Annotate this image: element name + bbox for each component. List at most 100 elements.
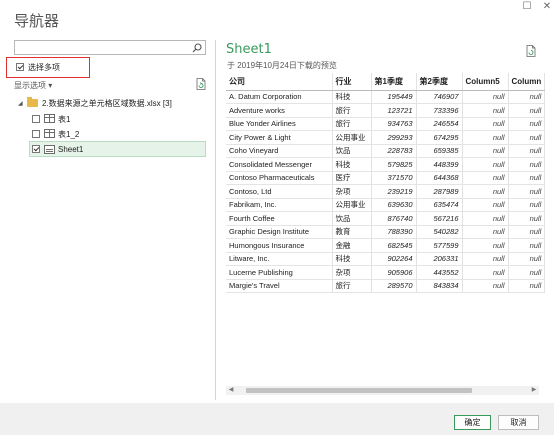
tree-item-selected[interactable] <box>29 141 206 157</box>
table-cell: 843834 <box>416 279 463 293</box>
table-cell: null <box>508 130 546 145</box>
table-cell: null <box>508 144 546 158</box>
cancel-button[interactable]: 取消 <box>498 415 539 430</box>
table-cell: 杂项 <box>332 184 372 199</box>
preview-title: Sheet1 <box>226 42 272 57</box>
table-cell: 饮品 <box>332 211 372 226</box>
table-cell: null <box>508 265 546 280</box>
tree-item-checkbox[interactable] <box>32 115 40 123</box>
table-row: Coho Vineyard 饮品 228783 659385 null null <box>226 144 546 158</box>
table-row: Contoso Pharmaceuticals 医疗 371570 644368 nul… <box>226 171 546 185</box>
panel-divider[interactable] <box>215 40 216 400</box>
table-cell: null <box>462 211 509 226</box>
tree-root-label[interactable]: 2.数据来源之单元格区域数据.xlsx [3] <box>42 98 172 109</box>
scrollbar-thumb[interactable] <box>246 388 472 393</box>
table-cell: Humongous Insurance <box>226 238 333 253</box>
tree-item-label[interactable]: Sheet1 <box>58 145 83 154</box>
column-header[interactable]: Column <box>508 73 546 91</box>
table-cell: null <box>462 225 509 239</box>
table-row: A. Datum Corporation 科技 195449 746907 null nu… <box>226 90 546 104</box>
tree-collapse-icon[interactable]: ◢ <box>18 100 23 107</box>
tree-item-label[interactable]: 表1 <box>58 114 70 125</box>
table-icon <box>44 129 55 138</box>
table-cell: 旅行 <box>332 117 372 131</box>
table-cell: 旅行 <box>332 103 372 118</box>
column-header[interactable]: Column5 <box>462 73 509 91</box>
maximize-button[interactable]: ☐ <box>520 0 534 14</box>
column-header[interactable]: 行业 <box>332 73 372 91</box>
table-cell: null <box>508 103 546 118</box>
table-cell: 579825 <box>371 157 417 172</box>
table-row: Margie's Travel 旅行 289570 843834 null null <box>226 279 546 293</box>
table-cell: null <box>462 157 509 172</box>
table-cell: 540282 <box>416 225 463 239</box>
table-cell: null <box>508 279 546 293</box>
table-cell: null <box>462 90 509 104</box>
table-cell: 644368 <box>416 171 463 185</box>
table-cell: 299293 <box>371 130 417 145</box>
table-cell: Lucerne Publishing <box>226 265 333 280</box>
select-multiple-label[interactable]: 选择多项 <box>28 62 60 73</box>
table-cell: 674295 <box>416 130 463 145</box>
search-icon[interactable] <box>192 43 202 53</box>
table-cell: null <box>508 184 546 199</box>
table-cell: null <box>462 144 509 158</box>
table-cell: Adventure works <box>226 103 333 118</box>
table-cell: 682545 <box>371 238 417 253</box>
column-header[interactable]: 第2季度 <box>416 73 463 91</box>
table-cell: 746907 <box>416 90 463 104</box>
table-cell: 448399 <box>416 157 463 172</box>
search-box[interactable] <box>14 40 206 55</box>
table-cell: null <box>508 157 546 172</box>
table-cell: null <box>508 198 546 212</box>
table-cell: null <box>508 90 546 104</box>
horizontal-scrollbar[interactable]: ◀ ▶ <box>226 386 539 395</box>
table-cell: Fourth Coffee <box>226 211 333 226</box>
search-input[interactable] <box>15 41 190 54</box>
table-cell: null <box>462 117 509 131</box>
scroll-right-arrow-icon[interactable]: ▶ <box>530 386 538 395</box>
table-row: City Power & Light 公用事业 299293 674295 null nu… <box>226 130 546 145</box>
table-cell: null <box>508 225 546 239</box>
table-cell: 科技 <box>332 90 372 104</box>
select-multiple-checkbox[interactable] <box>16 63 24 71</box>
column-header[interactable]: 第1季度 <box>371 73 417 91</box>
tree-item-checkbox[interactable] <box>32 145 40 153</box>
table-cell: 902264 <box>371 252 417 266</box>
table-cell: null <box>462 252 509 266</box>
table-cell: null <box>462 279 509 293</box>
table-cell: null <box>462 103 509 118</box>
table-cell: Fabrikam, Inc. <box>226 198 333 212</box>
tree-item-checkbox[interactable] <box>32 130 40 138</box>
table-cell: 科技 <box>332 252 372 266</box>
column-header[interactable]: 公司 <box>226 73 333 91</box>
display-options-dropdown[interactable]: 显示选项 ▾ <box>14 80 52 91</box>
table-row: Fourth Coffee 饮品 876740 567216 null null <box>226 211 546 226</box>
table-cell: 905906 <box>371 265 417 280</box>
refresh-icon[interactable] <box>196 78 206 90</box>
table-row: Consolidated Messenger 科技 579825 448399 null… <box>226 157 546 172</box>
scroll-left-arrow-icon[interactable]: ◀ <box>227 386 235 395</box>
tree-item-label[interactable]: 表1_2 <box>58 129 79 140</box>
table-cell: null <box>508 117 546 131</box>
table-cell: 577599 <box>416 238 463 253</box>
ok-button[interactable]: 确定 <box>454 415 491 430</box>
table-row: Litware, Inc. 科技 902264 206331 null null <box>226 252 546 266</box>
table-row: Lucerne Publishing 杂项 905906 443552 null null <box>226 265 546 280</box>
table-cell: 123721 <box>371 103 417 118</box>
table-cell: null <box>462 130 509 145</box>
export-icon[interactable] <box>526 45 536 57</box>
close-button[interactable]: ✕ <box>540 0 554 14</box>
table-cell: Graphic Design Institute <box>226 225 333 239</box>
table-cell: null <box>508 211 546 226</box>
table-cell: 876740 <box>371 211 417 226</box>
table-cell: Litware, Inc. <box>226 252 333 266</box>
folder-icon <box>27 97 38 107</box>
table-row: Contoso, Ltd 杂项 239219 287989 null null <box>226 184 546 199</box>
table-row: Blue Yonder Airlines 旅行 934763 246554 null nu… <box>226 117 546 131</box>
table-row: Adventure works 旅行 123721 733396 null null <box>226 103 546 118</box>
table-cell: 195449 <box>371 90 417 104</box>
table-cell: A. Datum Corporation <box>226 90 333 104</box>
sheet-icon <box>44 145 55 154</box>
preview-subtitle: 于 2019年10月24日下载的预览 <box>227 61 337 70</box>
